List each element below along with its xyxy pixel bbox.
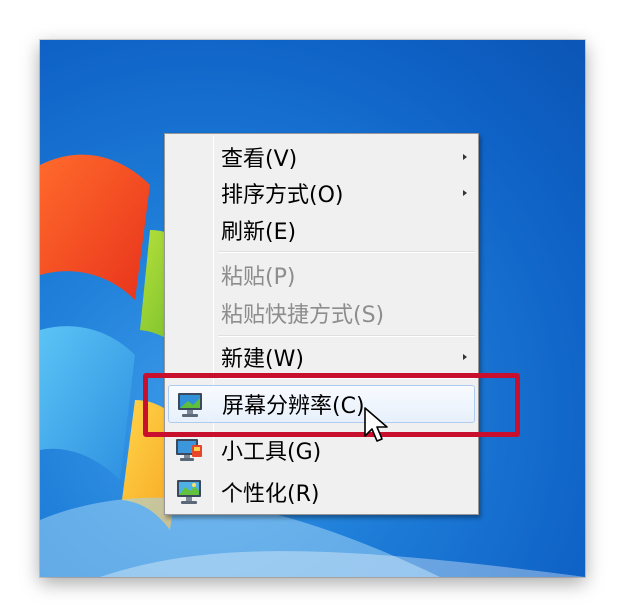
- menu-separator: [218, 251, 475, 253]
- submenu-arrow-icon: [463, 354, 467, 360]
- personalize-icon: [177, 480, 201, 504]
- menu-item-sort-by[interactable]: 排序方式(O): [168, 174, 475, 212]
- menu-item-label: 个性化(R): [221, 482, 320, 507]
- submenu-arrow-icon: [463, 190, 467, 196]
- menu-item-paste-shortcut: 粘贴快捷方式(S): [168, 294, 475, 332]
- menu-item-label: 小工具(G): [221, 440, 322, 465]
- menu-item-label: 粘贴快捷方式(S): [221, 303, 385, 328]
- menu-item-label: 查看(V): [221, 147, 298, 172]
- menu-separator: [218, 335, 475, 337]
- desktop-context-menu: 查看(V) 排序方式(O) 刷新(E) 粘贴(P) 粘贴快捷方式(S) 新建(W…: [164, 133, 479, 515]
- menu-item-new[interactable]: 新建(W): [168, 338, 475, 376]
- mouse-cursor-icon: [364, 407, 388, 442]
- menu-item-label: 粘贴(P): [221, 265, 296, 290]
- annotation-highlight-box: [143, 373, 520, 437]
- submenu-arrow-icon: [463, 154, 467, 160]
- menu-item-label: 排序方式(O): [221, 183, 344, 208]
- menu-item-refresh[interactable]: 刷新(E): [168, 211, 475, 249]
- menu-item-label: 新建(W): [221, 347, 304, 372]
- gadgets-icon: [176, 439, 202, 461]
- menu-item-paste: 粘贴(P): [168, 256, 475, 294]
- menu-item-label: 刷新(E): [221, 220, 297, 245]
- menu-item-view[interactable]: 查看(V): [168, 138, 475, 176]
- menu-item-personalize[interactable]: 个性化(R): [168, 473, 475, 511]
